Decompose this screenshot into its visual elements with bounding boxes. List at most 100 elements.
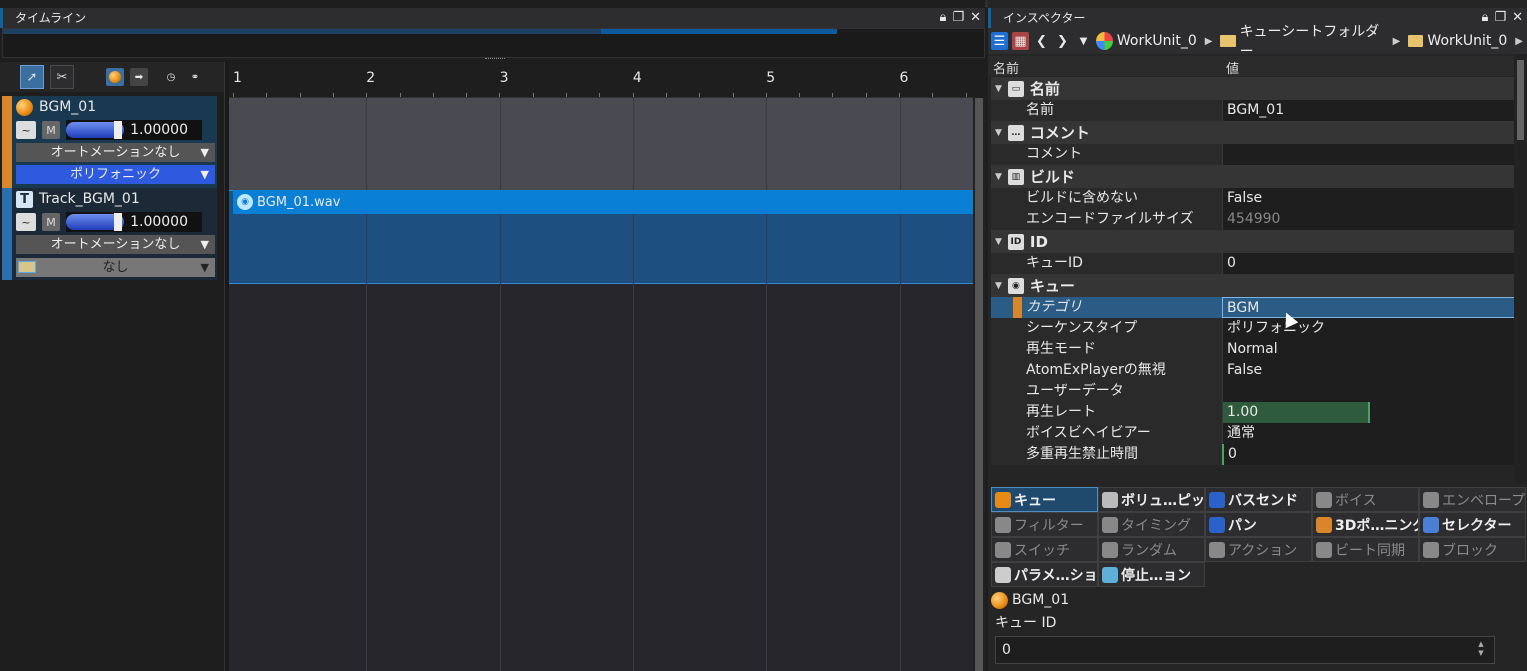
link-icon[interactable]: ⚭ [186,68,204,86]
property-value[interactable] [1222,144,1516,165]
tab-1-3[interactable]: 3Dポ…ニング [1312,512,1419,537]
tab-2-3[interactable]: ビート同期 [1312,537,1419,562]
breadcrumb-workunit[interactable]: WorkUnit_0 [1117,33,1197,49]
property-row[interactable]: AtomExPlayerの無視 False [991,360,1516,381]
tab-2-4[interactable]: ブロック [1419,537,1526,562]
tab-2-1[interactable]: ランダム [1098,537,1205,562]
property-row[interactable]: キューID 0 [991,253,1516,274]
category-cue[interactable]: ▼ ◉ キュー [991,274,1516,297]
tab-icon [1209,541,1225,558]
expand-icon[interactable]: ▼ [995,128,1002,138]
volume-slider[interactable]: 1.00000 [66,120,202,140]
breadcrumb-cuesheet-folder[interactable]: キューシートフォルダー [1240,21,1385,61]
property-row[interactable]: エンコードファイルサイズ 454990 [991,209,1516,230]
property-value[interactable]: 0 [1222,444,1516,465]
expand-icon[interactable]: ▼ [995,84,1002,94]
envelope-toggle-button[interactable]: ~ [16,213,36,231]
property-row[interactable]: カテゴリ BGM [991,297,1516,318]
cue-header[interactable]: BGM_01 ~ M 1.00000 オートメーションなし ▼ ポリフォニック ▼ [2,96,217,188]
history-dropdown-icon[interactable]: ▼ [1075,32,1092,50]
waveform-region[interactable]: ◉ BGM_01.wav [233,190,973,214]
tab-3-1[interactable]: 停止…ョン [1098,562,1205,587]
timeline-overview[interactable] [2,28,985,58]
tab-0-0[interactable]: キュー [991,487,1098,512]
tab-3-0[interactable]: パラメ…ション [991,562,1098,587]
envelope-toggle-button[interactable]: ~ [16,121,36,139]
tab-1-1[interactable]: タイミング [1098,512,1205,537]
property-value[interactable]: Normal [1222,339,1516,360]
automation-dropdown[interactable]: オートメーションなし ▼ [16,235,215,254]
expand-icon[interactable]: ▼ [995,281,1002,291]
expand-icon[interactable]: ▼ [995,237,1002,247]
property-row[interactable]: ボイスビヘイビアー 通常 [991,423,1516,444]
category-name[interactable]: ▼ ▭ 名前 [991,77,1516,100]
tab-1-0[interactable]: フィルター [991,512,1098,537]
export-button[interactable]: ➡ [130,68,148,86]
tab-0-1[interactable]: ボリュ…ピッチ [1098,487,1205,512]
clock-icon[interactable]: ◷ [162,68,180,86]
time-ruler[interactable]: 1 2 3 4 5 6 [229,62,973,98]
mute-button[interactable]: M [42,121,60,139]
property-row[interactable]: コメント [991,144,1516,165]
list-view-icon[interactable]: ☰ [991,32,1008,50]
property-row[interactable]: 多重再生禁止時間 0 [991,444,1516,465]
property-key: ボイスビヘイビアー [991,423,1222,444]
timeline-scrollbar[interactable] [973,98,985,671]
property-value[interactable]: 454990 [1222,209,1516,230]
tab-2-2[interactable]: アクション [1205,537,1312,562]
tab-0-3[interactable]: ボイス [1312,487,1419,512]
category-comment[interactable]: ▼ … コメント [991,121,1516,144]
automation-dropdown[interactable]: オートメーションなし ▼ [16,143,215,162]
forward-icon[interactable]: ❯ [1054,32,1071,50]
category-build[interactable]: ▼ ▥ ビルド [991,165,1516,188]
property-value[interactable]: False [1222,188,1516,209]
property-row[interactable]: 名前 BGM_01 [991,100,1516,121]
property-value[interactable]: 0 [1222,253,1516,274]
expand-icon[interactable]: ▼ [995,172,1002,182]
tab-0-4[interactable]: エンベロープ [1419,487,1526,512]
property-value[interactable]: ポリフォニック [1222,318,1516,339]
cue-mode-button[interactable] [106,68,124,86]
back-icon[interactable]: ❮ [1033,32,1050,50]
inspector-scrollbar[interactable] [1514,54,1527,484]
tab-2-0[interactable]: スイッチ [991,537,1098,562]
volume-slider[interactable]: 1.00000 [66,212,202,232]
lock-icon[interactable]: 🔒︎ [940,8,947,28]
breadcrumb-workunit-2[interactable]: WorkUnit_0 [1427,33,1507,49]
cue-lane[interactable] [229,98,973,190]
grid-view-icon[interactable]: ▦ [1011,32,1029,50]
track-mode-dropdown[interactable]: なし ▼ [16,258,215,277]
property-value[interactable]: BGM [1222,297,1516,318]
empty-lane[interactable] [229,284,973,671]
close-icon[interactable]: ✕ [970,8,981,28]
property-row[interactable]: 再生レート 1.00 [991,402,1516,423]
column-value[interactable]: 値 [1226,58,1239,77]
overview-viewport[interactable] [601,29,837,34]
property-value[interactable] [1222,381,1516,402]
track-header[interactable]: T Track_BGM_01 ~ M 1.00000 オートメーションなし ▼ な… [2,188,217,280]
mute-button[interactable]: M [42,213,60,231]
restore-icon[interactable]: ❐ [952,8,964,28]
tab-1-2[interactable]: パン [1205,512,1312,537]
property-row[interactable]: 再生モード Normal [991,339,1516,360]
restore-icon[interactable]: ❐ [1494,8,1506,28]
tab-0-2[interactable]: バスセンド [1205,487,1312,512]
property-value[interactable]: False [1222,360,1516,381]
property-value[interactable]: 1.00 [1222,402,1516,423]
category-id[interactable]: ▼ ID ID [991,230,1516,253]
property-row[interactable]: ビルドに含めない False [991,188,1516,209]
cue-id-input[interactable]: 0 ▲ ▼ [995,636,1495,664]
split-tool-button[interactable]: ✂ [50,65,74,89]
select-tool-button[interactable]: ➚ [20,65,44,89]
property-row[interactable]: ユーザーデータ [991,381,1516,402]
property-value[interactable]: BGM_01 [1222,100,1516,121]
property-row[interactable]: シーケンスタイプ ポリフォニック [991,318,1516,339]
close-icon[interactable]: ✕ [1512,8,1523,28]
spinner-icon[interactable]: ▲ ▼ [1476,640,1486,660]
grid-line [766,98,768,671]
sequence-type-dropdown[interactable]: ポリフォニック ▼ [16,165,215,184]
lock-icon[interactable]: 🔒︎ [1482,8,1489,28]
column-name[interactable]: 名前 [993,58,1019,77]
tab-1-4[interactable]: セレクター [1419,512,1526,537]
property-value[interactable]: 通常 [1222,423,1516,444]
